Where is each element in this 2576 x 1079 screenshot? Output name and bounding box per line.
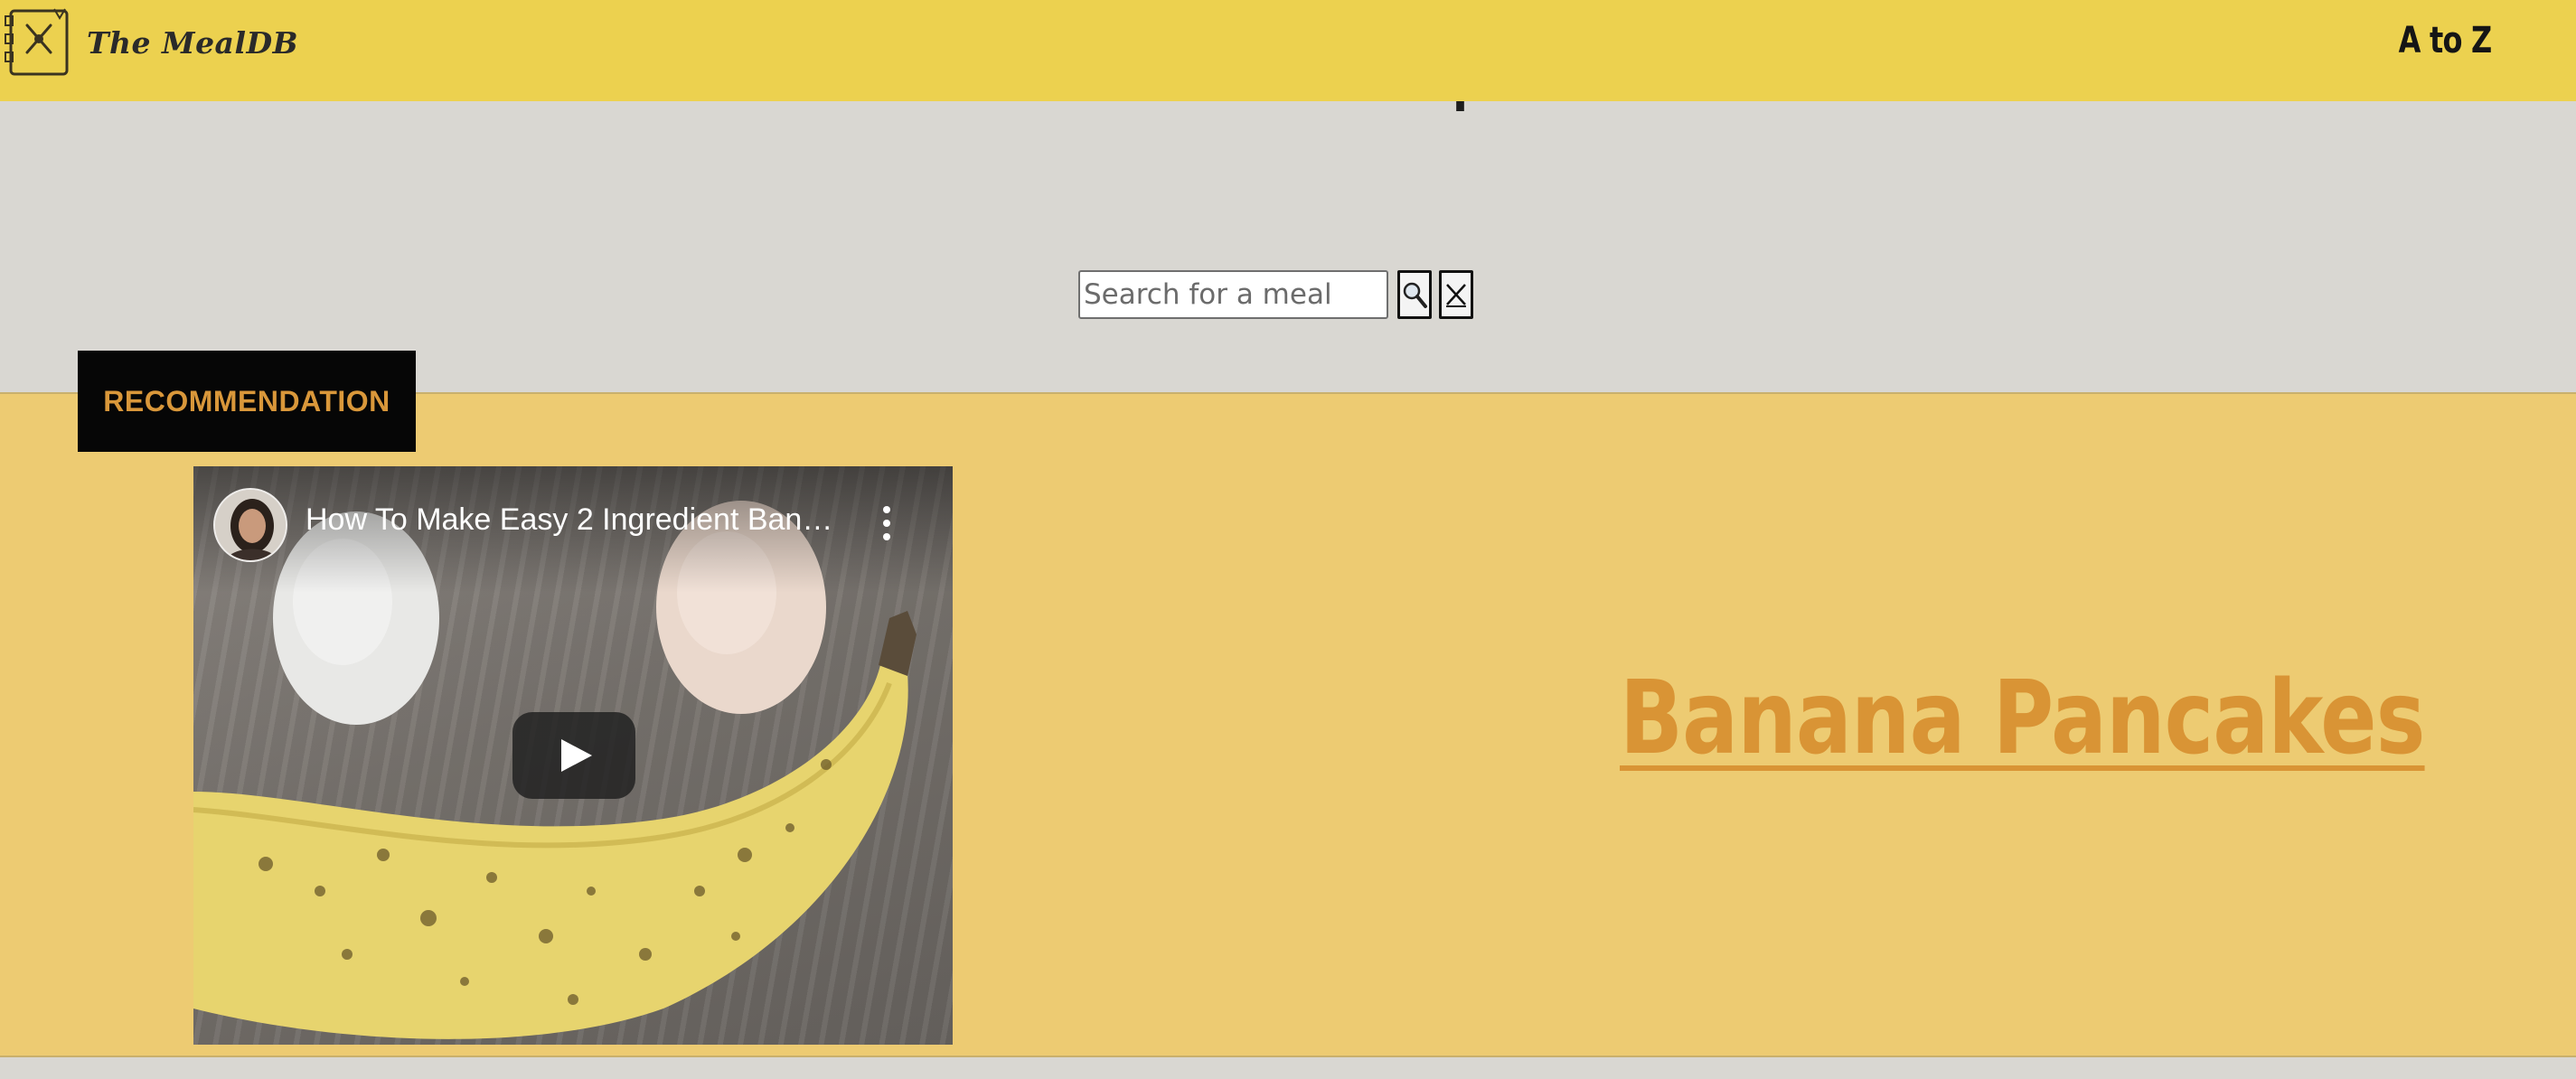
recipe-book-logo-icon[interactable] xyxy=(4,5,74,78)
channel-avatar-icon[interactable] xyxy=(213,488,287,562)
clear-button[interactable] xyxy=(1439,270,1473,319)
search-button[interactable] xyxy=(1397,270,1432,319)
brand-name[interactable]: The MealDB xyxy=(87,25,298,61)
search-input[interactable] xyxy=(1078,270,1388,319)
nav-a-to-z[interactable]: A to Z xyxy=(2398,20,2492,61)
youtube-video-embed[interactable]: How To Make Easy 2 Ingredient Banana Pan… xyxy=(193,466,953,1045)
close-icon xyxy=(1446,284,1466,307)
recommendation-tab: RECOMMENDATION xyxy=(78,351,416,452)
meal-name-link[interactable]: Banana Pancakes xyxy=(1620,660,2425,777)
play-icon[interactable] xyxy=(512,712,635,799)
top-nav-bar: The MealDB A to Z xyxy=(0,0,2576,101)
magnifier-icon xyxy=(1403,282,1427,308)
more-vert-icon[interactable] xyxy=(873,502,900,544)
search-bar xyxy=(1078,269,1473,320)
video-title[interactable]: How To Make Easy 2 Ingredient Banana Pan… xyxy=(306,502,839,538)
